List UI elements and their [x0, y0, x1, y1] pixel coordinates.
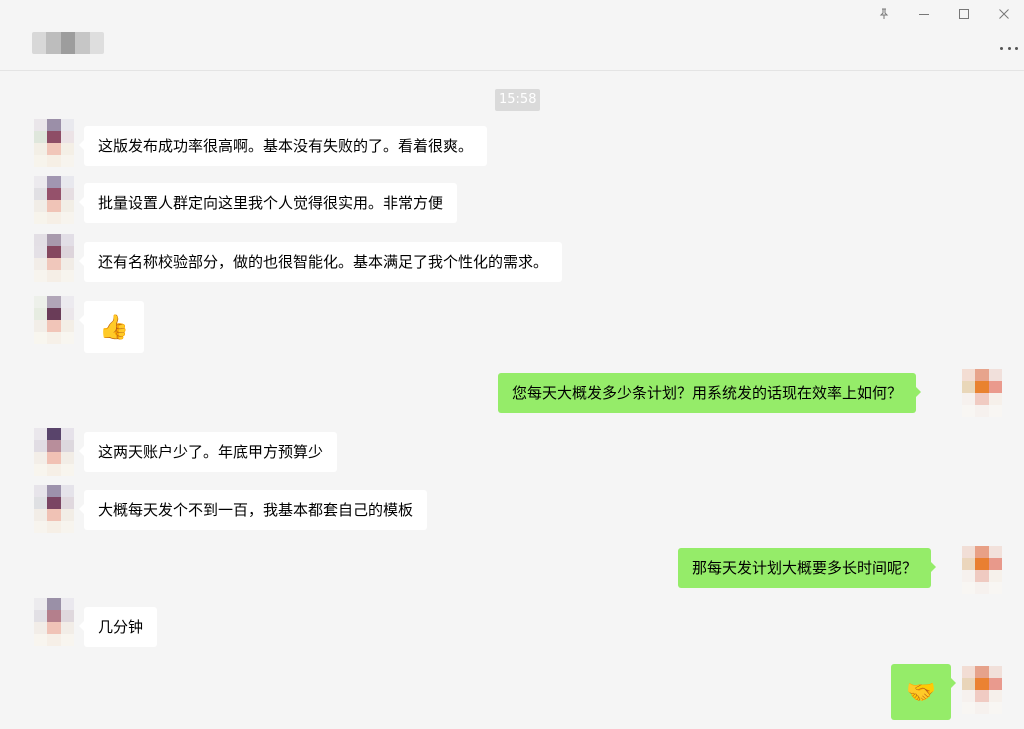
window-controls [864, 0, 1024, 28]
handshake-icon[interactable]: 🤝 [891, 664, 956, 720]
contact-avatar[interactable] [34, 428, 74, 476]
minimize-icon[interactable] [904, 0, 944, 28]
contact-avatar[interactable] [34, 176, 74, 224]
chat-window: 15:58 这版发布成功率很高啊。基本没有失败的了。看着很爽。 批量设置人群定向… [0, 0, 1024, 729]
user-avatar[interactable] [962, 546, 1002, 594]
more-icon[interactable] [1000, 38, 1018, 58]
maximize-icon[interactable] [944, 0, 984, 28]
outgoing-message[interactable]: 您每天大概发多少条计划？用系统发的话现在效率上如何？ [498, 373, 922, 413]
message-list[interactable]: 15:58 这版发布成功率很高啊。基本没有失败的了。看着很爽。 批量设置人群定向… [0, 72, 1024, 729]
chat-title-pixelated [32, 32, 104, 54]
chat-header [0, 0, 1024, 71]
user-avatar[interactable] [962, 369, 1002, 417]
contact-avatar[interactable] [34, 234, 74, 282]
incoming-message[interactable]: 这版发布成功率很高啊。基本没有失败的了。看着很爽。 [78, 126, 488, 166]
incoming-message[interactable]: 几分钟 [78, 607, 158, 647]
user-avatar[interactable] [962, 666, 1002, 714]
incoming-message[interactable]: 这两天账户少了。年底甲方预算少 [78, 432, 338, 472]
close-icon[interactable] [984, 0, 1024, 28]
contact-avatar[interactable] [34, 598, 74, 646]
contact-avatar[interactable] [34, 485, 74, 533]
pin-icon[interactable] [864, 0, 904, 28]
outgoing-message[interactable]: 那每天发计划大概要多长时间呢？ [678, 548, 937, 588]
contact-avatar[interactable] [34, 119, 74, 167]
incoming-message[interactable]: 还有名称校验部分，做的也很智能化。基本满足了我个性化的需求。 [78, 242, 563, 282]
contact-avatar[interactable] [34, 296, 74, 344]
incoming-message[interactable]: 批量设置人群定向这里我个人觉得很实用。非常方便 [78, 183, 458, 223]
message-timestamp: 15:58 [495, 89, 541, 111]
incoming-message[interactable]: 大概每天发个不到一百，我基本都套自己的模板 [78, 490, 428, 530]
thumbs-up-icon[interactable]: 👍 [79, 301, 144, 353]
